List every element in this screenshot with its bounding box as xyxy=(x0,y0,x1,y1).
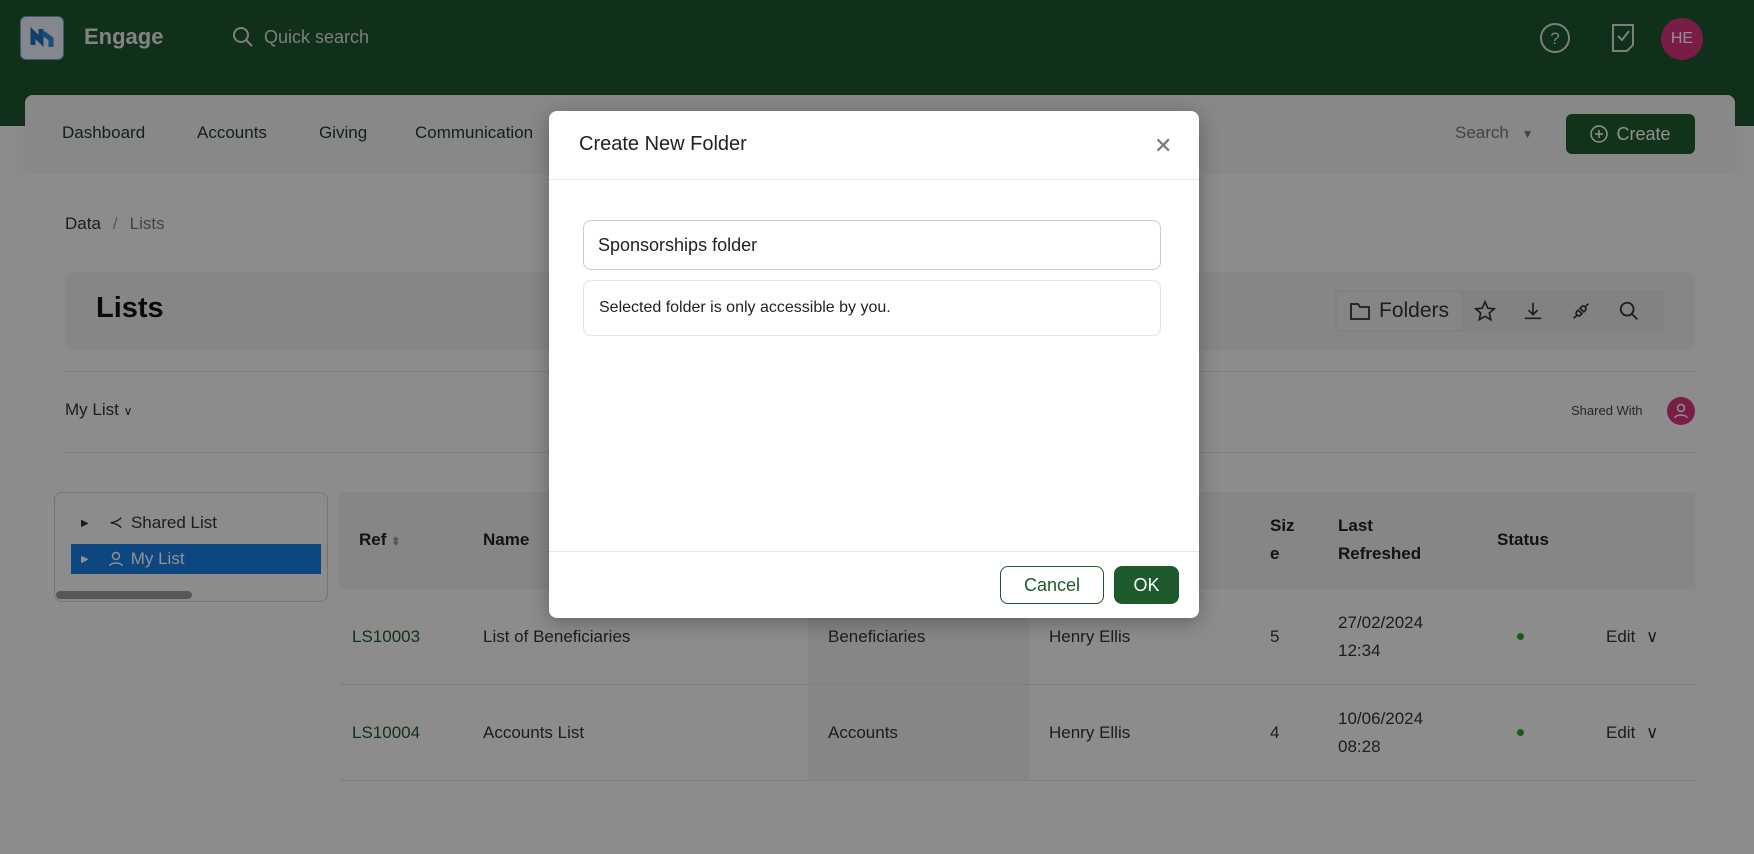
close-icon[interactable]: ✕ xyxy=(1154,133,1172,159)
divider xyxy=(549,551,1199,552)
create-folder-dialog: Create New Folder ✕ Selected folder is o… xyxy=(549,111,1199,618)
access-info: Selected folder is only accessible by yo… xyxy=(583,280,1161,336)
divider xyxy=(549,179,1199,180)
ok-button[interactable]: OK xyxy=(1114,566,1179,604)
cancel-button[interactable]: Cancel xyxy=(1000,566,1104,604)
dialog-title: Create New Folder xyxy=(579,133,747,155)
folder-name-input[interactable] xyxy=(583,220,1161,270)
